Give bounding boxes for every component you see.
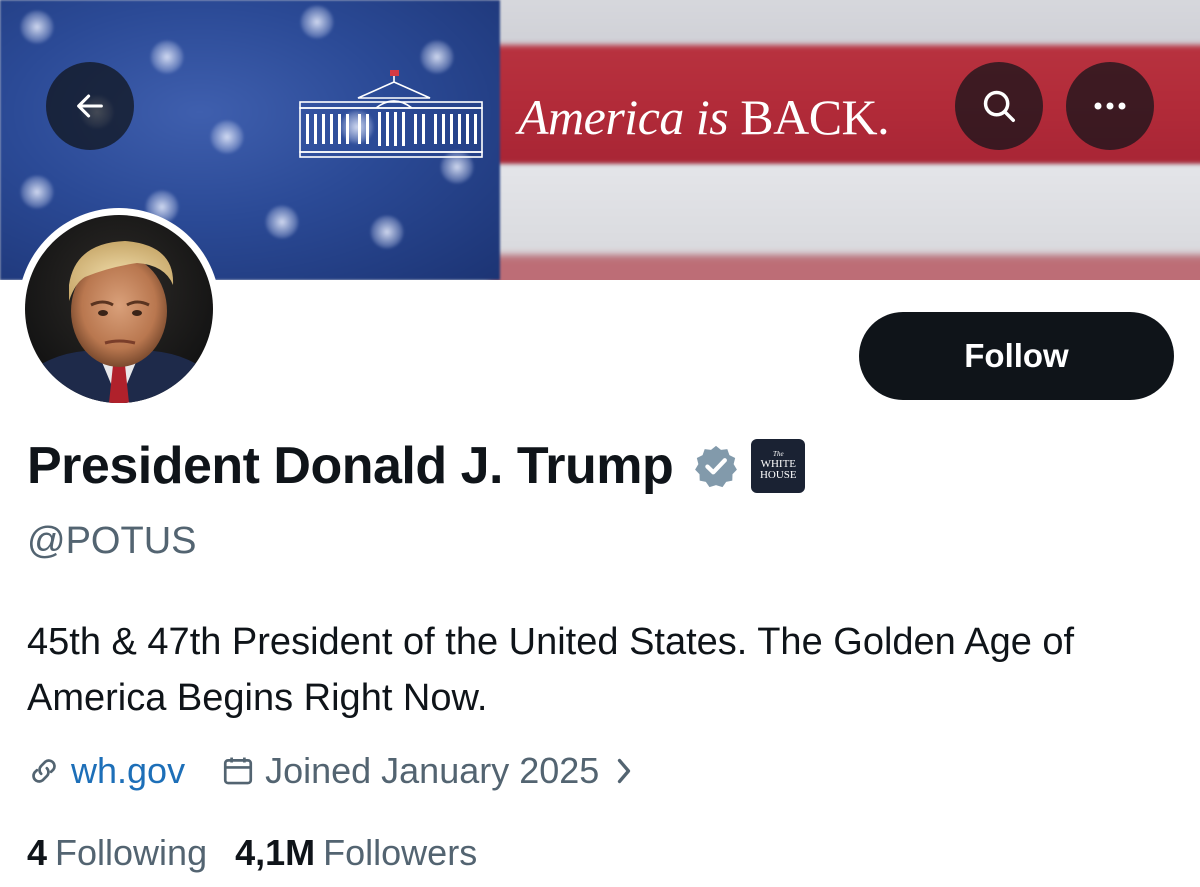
banner-stripe [490,0,1200,50]
banner-tagline: America is BACK. [518,88,890,146]
banner-star [300,5,334,39]
chevron-right-icon[interactable] [613,756,635,786]
affiliation-badge-line1: The [773,450,784,458]
banner-tagline-part2: BACK. [740,89,890,145]
profile-handle: @POTUS [27,520,197,562]
banner-star [265,205,299,239]
affiliation-badge-line3: HOUSE [759,469,797,481]
verified-badge-icon[interactable] [693,443,739,489]
joined-date[interactable]: Joined January 2025 [265,750,599,792]
following-link[interactable]: 4 Following [27,832,207,874]
banner-star [210,120,244,154]
banner-star [370,215,404,249]
banner-stripe [490,165,1200,255]
banner-tagline-part1: America is [518,89,741,145]
search-button[interactable] [955,62,1043,150]
affiliation-badge[interactable]: The WHITE HOUSE [751,439,806,493]
search-icon [983,90,1015,122]
profile-bio: 45th & 47th President of the United Stat… [27,621,1075,719]
followers-link[interactable]: 4,1M Followers [235,832,477,874]
website-link[interactable]: wh.gov [71,750,185,792]
avatar-portrait [25,241,213,403]
arrow-left-icon [77,94,103,118]
link-icon [32,759,56,783]
follow-button[interactable]: Follow [859,312,1174,400]
banner-star [20,175,54,209]
avatar-image [25,215,213,403]
white-house-logo-icon [299,70,483,158]
more-options-button[interactable] [1066,62,1154,150]
profile-stats: 4 Following 4,1M Followers [27,832,477,874]
name-row: President Donald J. Trump The WHITE HOUS… [27,436,806,496]
banner-star [20,10,54,44]
following-label: Following [55,832,208,873]
following-count: 4 [27,832,48,873]
banner-star [150,40,184,74]
profile-meta: wh.gov Joined January 2025 [27,750,635,792]
avatar[interactable] [18,208,220,410]
more-horizontal-icon [1094,102,1126,110]
banner-stripe [490,255,1200,280]
calendar-icon [223,757,253,785]
back-button[interactable] [46,62,134,150]
followers-label: Followers [323,832,478,873]
display-name: President Donald J. Trump [27,437,674,495]
followers-count: 4,1M [235,832,316,873]
